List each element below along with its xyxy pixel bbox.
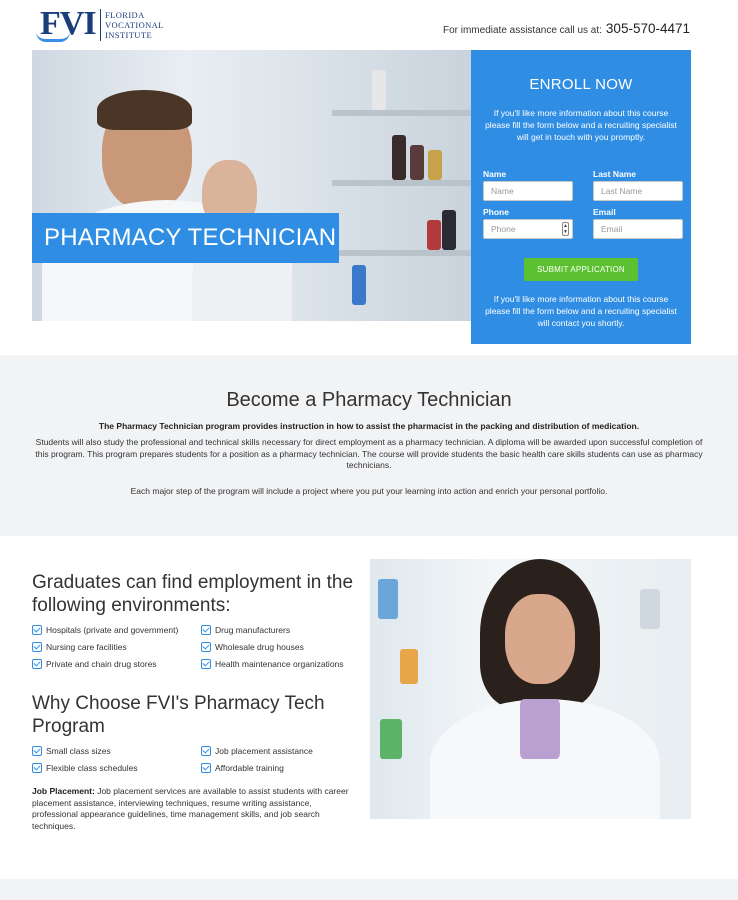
assistance-text: For immediate assistance call us at: [442, 25, 602, 36]
last-name-field-group: Last Name Last Name [593, 169, 683, 201]
shelf [332, 110, 471, 116]
job-placement-label: Job Placement: [32, 786, 95, 796]
form-row: Phone Phone ▲ ▼ Email Email [483, 207, 683, 239]
list-item: Drug manufacturers [201, 625, 361, 636]
list-item-label: Hospitals (private and government) [46, 625, 179, 635]
list-item: Small class sizes [32, 746, 201, 757]
medicine-box [352, 265, 366, 305]
logo-mark: FVI [36, 5, 98, 44]
list-item-label: Nursing care facilities [46, 642, 127, 652]
enroll-outro: If you'll like more information about th… [485, 294, 677, 328]
checkbox-check-icon [201, 642, 211, 652]
list-item-label: Wholesale drug houses [215, 642, 304, 652]
medicine-bottle [442, 210, 456, 250]
program-details: Graduates can find employment in the fol… [32, 571, 362, 832]
employment-heading: Graduates can find employment in the fol… [32, 572, 354, 616]
list-item-label: Small class sizes [46, 746, 111, 756]
checkbox-check-icon [201, 763, 211, 773]
medicine-box [400, 649, 418, 684]
checkbox-check-icon [201, 746, 211, 756]
about-heading: Become a Pharmacy Technician [226, 389, 512, 411]
phone-field-group: Phone Phone ▲ ▼ [483, 207, 573, 239]
assistance-line: For immediate assistance call us at: 305… [443, 21, 690, 36]
name-label: Name [483, 169, 507, 179]
last-name-label: Last Name [593, 169, 636, 179]
logo-line-1: FLORIDA [105, 10, 145, 20]
fvi-logo[interactable]: FVI FLORIDA VOCATIONAL INSTITUTE [36, 5, 164, 44]
number-spinner-icon[interactable]: ▲ ▼ [562, 222, 569, 236]
hero-pharmacists-image [32, 50, 471, 321]
phone-label: Phone [483, 207, 509, 217]
list-item: Nursing care facilities [32, 642, 201, 653]
list-item-label: Drug manufacturers [215, 625, 291, 635]
list-item: Affordable training [201, 763, 361, 774]
checkbox-check-icon [32, 763, 42, 773]
name-input[interactable]: Name [483, 181, 573, 201]
list-item-label: Affordable training [215, 763, 284, 773]
list-item-label: Health maintenance organizations [215, 659, 344, 669]
checkbox-check-icon [201, 625, 211, 635]
medicine-bottle [410, 145, 424, 180]
logo-line-2: VOCATIONAL [105, 20, 164, 30]
hero-title: PHARMACY TECHNICIAN [32, 213, 339, 263]
enroll-form: Name Name Last Name Last Name Phone Phon… [483, 169, 683, 245]
about-lead: The Pharmacy Technician program provides… [98, 421, 640, 431]
enroll-intro: If you'll like more information about th… [485, 108, 677, 142]
medicine-bottle [427, 220, 441, 250]
list-item: Job placement assistance [201, 746, 361, 757]
email-label: Email [593, 207, 616, 217]
submit-application-button[interactable]: SUBMIT APPLICATION [524, 258, 638, 281]
enroll-panel: ENROLL NOW If you'll like more informati… [471, 50, 691, 344]
last-name-input[interactable]: Last Name [593, 181, 683, 201]
list-item-label: Job placement assistance [215, 746, 313, 756]
about-paragraph: Students will also study the professiona… [35, 437, 703, 470]
list-item-label: Private and chain drug stores [46, 659, 157, 669]
site-header: FVI FLORIDA VOCATIONAL INSTITUTE For imm… [0, 0, 738, 50]
shelf [332, 250, 471, 256]
list-item: Private and chain drug stores [32, 659, 201, 670]
enroll-heading: ENROLL NOW [529, 76, 633, 93]
medicine-bottle [428, 150, 442, 180]
about-paragraph: Each major step of the program will incl… [130, 485, 608, 496]
checkbox-check-icon [32, 659, 42, 669]
employment-list: Hospitals (private and government) Drug … [32, 625, 362, 670]
job-placement-text: Job Placement: Job placement services ar… [32, 786, 357, 832]
phone-input[interactable]: Phone ▲ ▼ [483, 219, 573, 239]
pharmacist-face [505, 594, 575, 684]
footer-band [0, 879, 738, 900]
logo-line-3: INSTITUTE [105, 30, 153, 40]
medicine-box [640, 589, 660, 629]
phone-number-link[interactable]: 305-570-4471 [606, 21, 690, 36]
email-input[interactable]: Email [593, 219, 683, 239]
checkbox-check-icon [32, 642, 42, 652]
why-list: Small class sizes Job placement assistan… [32, 746, 362, 774]
list-item-label: Flexible class schedules [46, 763, 138, 773]
about-section: Become a Pharmacy Technician The Pharmac… [0, 355, 738, 536]
name-field-group: Name Name [483, 169, 573, 201]
checkbox-check-icon [32, 625, 42, 635]
pharmacist-shirt [520, 699, 560, 759]
list-item: Flexible class schedules [32, 763, 201, 774]
medicine-bottle [392, 135, 406, 180]
why-heading: Why Choose FVI's Pharmacy Tech Program [32, 693, 325, 737]
medicine-box [378, 579, 398, 619]
shelf [332, 180, 471, 186]
form-row: Name Name Last Name Last Name [483, 169, 683, 201]
logo-wordmark: FLORIDA VOCATIONAL INSTITUTE [105, 10, 164, 40]
medicine-box [380, 719, 402, 759]
email-field-group: Email Email [593, 207, 683, 239]
list-item: Hospitals (private and government) [32, 625, 201, 636]
logo-divider [100, 9, 101, 41]
logo-swoosh-icon [36, 32, 70, 42]
list-item: Wholesale drug houses [201, 642, 361, 653]
medicine-box [372, 70, 386, 110]
phone-placeholder: Phone [491, 224, 516, 234]
pharmacist-hair [97, 90, 192, 130]
pharmacist-photo [370, 559, 691, 819]
checkbox-check-icon [32, 746, 42, 756]
list-item: Health maintenance organizations [201, 659, 361, 670]
checkbox-check-icon [201, 659, 211, 669]
